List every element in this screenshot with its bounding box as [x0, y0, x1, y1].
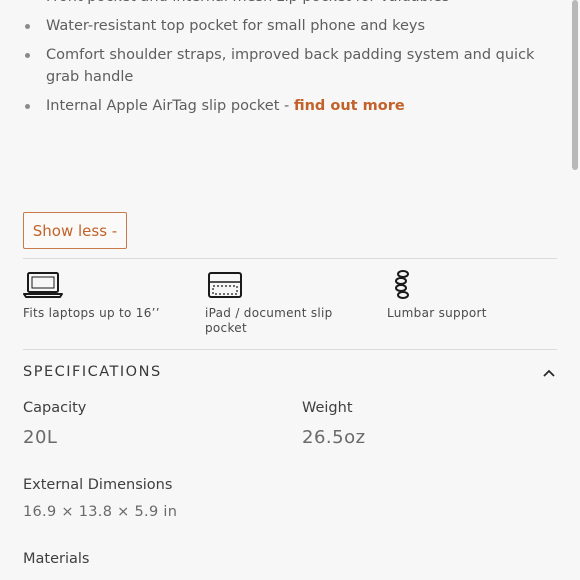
divider: [23, 349, 557, 350]
feature-label: iPad / document slip pocket: [205, 306, 333, 335]
lumbar-support-icon: [395, 270, 409, 299]
dimensions-label: External Dimensions: [23, 477, 173, 493]
ipad-sleeve-icon: [208, 272, 242, 298]
find-out-more-link[interactable]: find out more: [294, 98, 405, 114]
specifications-heading[interactable]: SPECIFICATIONS: [23, 364, 162, 380]
show-less-button[interactable]: Show less -: [23, 212, 127, 249]
chevron-up-icon[interactable]: [540, 364, 558, 382]
list-item: Water-resistant top pocket for small pho…: [24, 15, 564, 37]
capacity-value: 20L: [23, 427, 58, 448]
feature-lumbar: Lumbar support: [387, 270, 537, 321]
dimensions-value: 16.9 × 13.8 × 5.9 in: [23, 504, 178, 520]
feature-laptop: Fits laptops up to 16’’: [23, 270, 173, 321]
feature-bullet-list: Front pocket and internal mesh zip pocke…: [24, 0, 564, 124]
weight-value: 26.5oz: [302, 427, 366, 448]
feature-label: Lumbar support: [387, 306, 487, 320]
weight-label: Weight: [302, 400, 353, 416]
laptop-icon: [23, 272, 63, 298]
materials-label: Materials: [23, 551, 90, 567]
feature-label: Fits laptops up to 16’’: [23, 306, 160, 320]
scrollbar[interactable]: [572, 0, 578, 170]
feature-ipad-pocket: iPad / document slip pocket: [205, 270, 355, 336]
list-item: Front pocket and internal mesh zip pocke…: [24, 0, 564, 8]
airtag-text: Internal Apple AirTag slip pocket -: [46, 98, 294, 114]
list-item: Comfort shoulder straps, improved back p…: [24, 44, 564, 88]
list-item: Internal Apple AirTag slip pocket - find…: [24, 95, 564, 117]
capacity-label: Capacity: [23, 400, 87, 416]
divider: [23, 258, 557, 259]
